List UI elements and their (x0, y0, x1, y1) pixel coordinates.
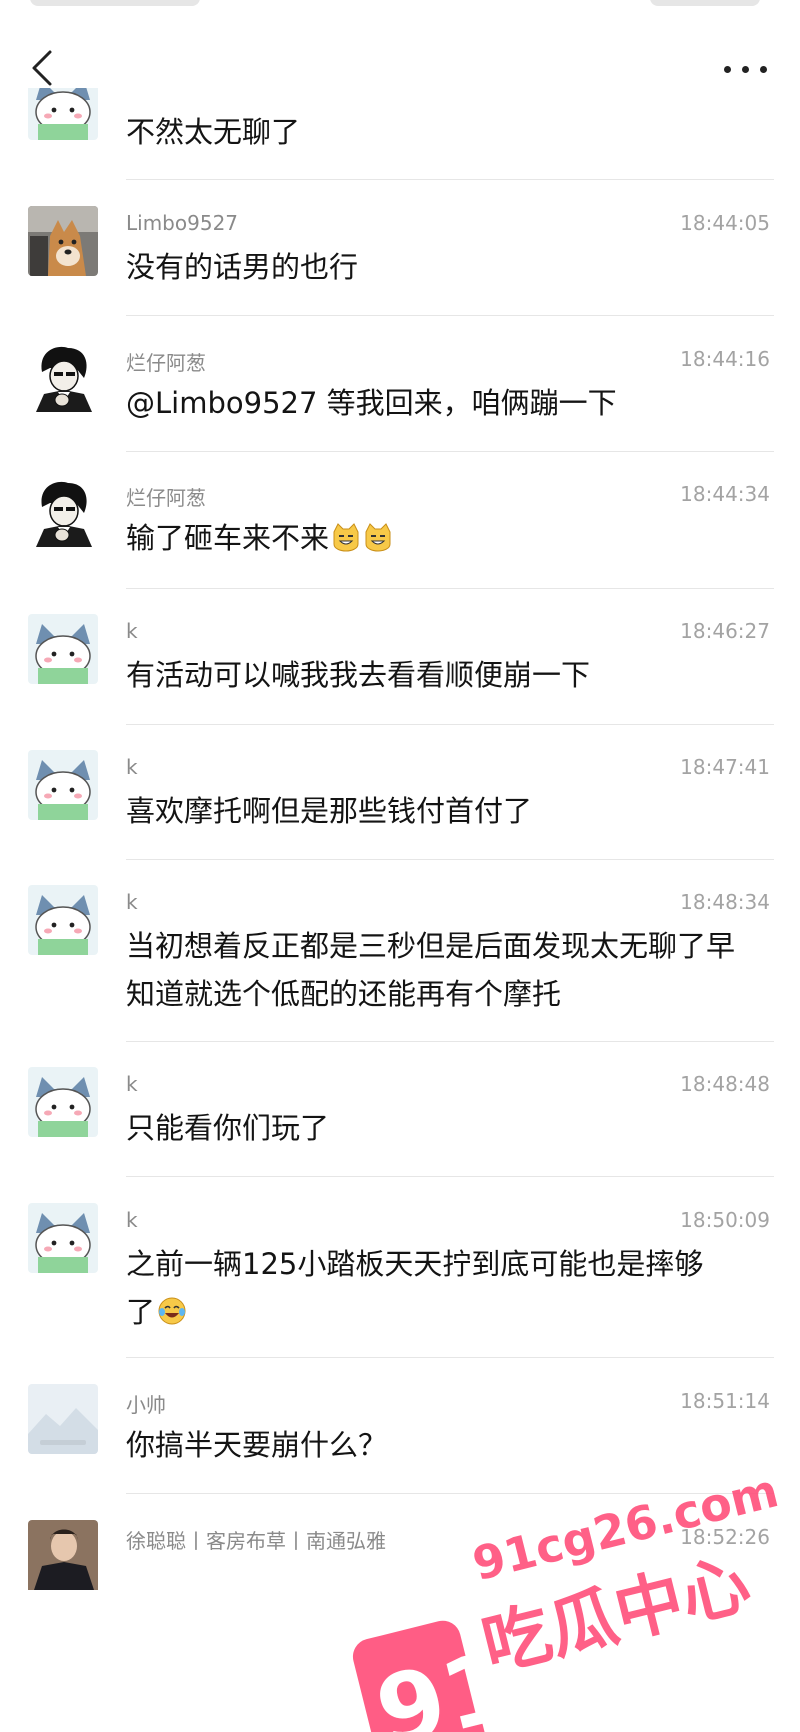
sender-name[interactable]: 小帅 (126, 1389, 166, 1418)
message-text: 有活动可以喊我我去看看顺便崩一下 (126, 658, 591, 692)
cat-avatar-icon (28, 885, 98, 955)
avatar[interactable] (28, 614, 98, 684)
watermark: 91 91cg26.com 吃瓜中心 (335, 1450, 795, 1732)
message-text: 没有的话男的也行 (126, 250, 359, 284)
timestamp: 18:50:09 (680, 1208, 770, 1232)
divider (126, 588, 774, 589)
sender-name[interactable]: k (126, 619, 138, 643)
message-text: 只能看你们玩了 (126, 1111, 330, 1145)
grin-cat-emoji-icon (365, 523, 391, 552)
message-text-row: 输了砸车来不来 (126, 514, 766, 562)
sender-name[interactable]: 烂仔阿葱 (126, 347, 206, 376)
anime-avatar-icon (28, 477, 98, 547)
timestamp: 18:44:05 (680, 211, 770, 235)
avatar[interactable] (28, 477, 98, 547)
person-avatar-icon (28, 1520, 98, 1590)
grin-cat-emoji-icon (333, 523, 359, 552)
divider (126, 1041, 774, 1042)
avatar[interactable] (28, 1384, 98, 1454)
avatar[interactable] (28, 1203, 98, 1273)
sender-name[interactable]: k (126, 1072, 138, 1096)
message-text: 喜欢摩托啊但是那些钱付首付了 (126, 794, 533, 828)
divider (126, 1176, 774, 1177)
divider (126, 1357, 774, 1358)
timestamp: 18:46:27 (680, 619, 770, 643)
message-text: 输了砸车来不来 (126, 521, 330, 555)
avatar[interactable] (28, 750, 98, 820)
avatar[interactable] (28, 885, 98, 955)
divider (126, 179, 774, 180)
message-text: @Limbo9527 等我回来，咱俩蹦一下 (126, 386, 617, 420)
message-text: 当初想着反正都是三秒但是后面发现太无聊了早知道就选个低配的还能再有个摩托 (126, 929, 736, 1011)
timestamp: 18:44:34 (680, 482, 770, 506)
message-text: 之前一辆125小踏板天天拧到底可能也是摔够了 (126, 1247, 704, 1329)
divider (126, 859, 774, 860)
cat-avatar-icon (28, 1203, 98, 1273)
sender-name[interactable]: Limbo9527 (126, 211, 238, 235)
divider (126, 451, 774, 452)
avatar[interactable] (28, 342, 98, 412)
cat-avatar-icon (28, 1067, 98, 1137)
cat-avatar-icon (28, 750, 98, 820)
cat-avatar-icon (28, 88, 98, 140)
divider (126, 315, 774, 316)
message-text: 不然太无聊了 (126, 115, 301, 149)
landscape-avatar-icon (28, 1384, 98, 1454)
dog-avatar-icon (28, 206, 98, 276)
avatar[interactable] (28, 1067, 98, 1137)
avatar[interactable] (28, 1520, 98, 1732)
tears-of-joy-emoji-icon (158, 1297, 186, 1325)
timestamp: 18:48:48 (680, 1072, 770, 1096)
message-text-row: 之前一辆125小踏板天天拧到底可能也是摔够了 (126, 1240, 726, 1336)
divider (126, 724, 774, 725)
timestamp: 18:51:14 (680, 1389, 770, 1413)
sender-name[interactable]: k (126, 755, 138, 779)
anime-avatar-icon (28, 342, 98, 412)
watermark-logo: 91 91cg26.com 吃瓜中心 (352, 1463, 784, 1732)
avatar[interactable] (28, 206, 98, 276)
sender-name[interactable]: k (126, 890, 138, 914)
sender-name[interactable]: k (126, 1208, 138, 1232)
timestamp: 18:47:41 (680, 755, 770, 779)
sender-name[interactable]: 烂仔阿葱 (126, 482, 206, 511)
timestamp: 18:48:34 (680, 890, 770, 914)
cat-avatar-icon (28, 614, 98, 684)
avatar[interactable] (28, 88, 98, 140)
timestamp: 18:44:16 (680, 347, 770, 371)
